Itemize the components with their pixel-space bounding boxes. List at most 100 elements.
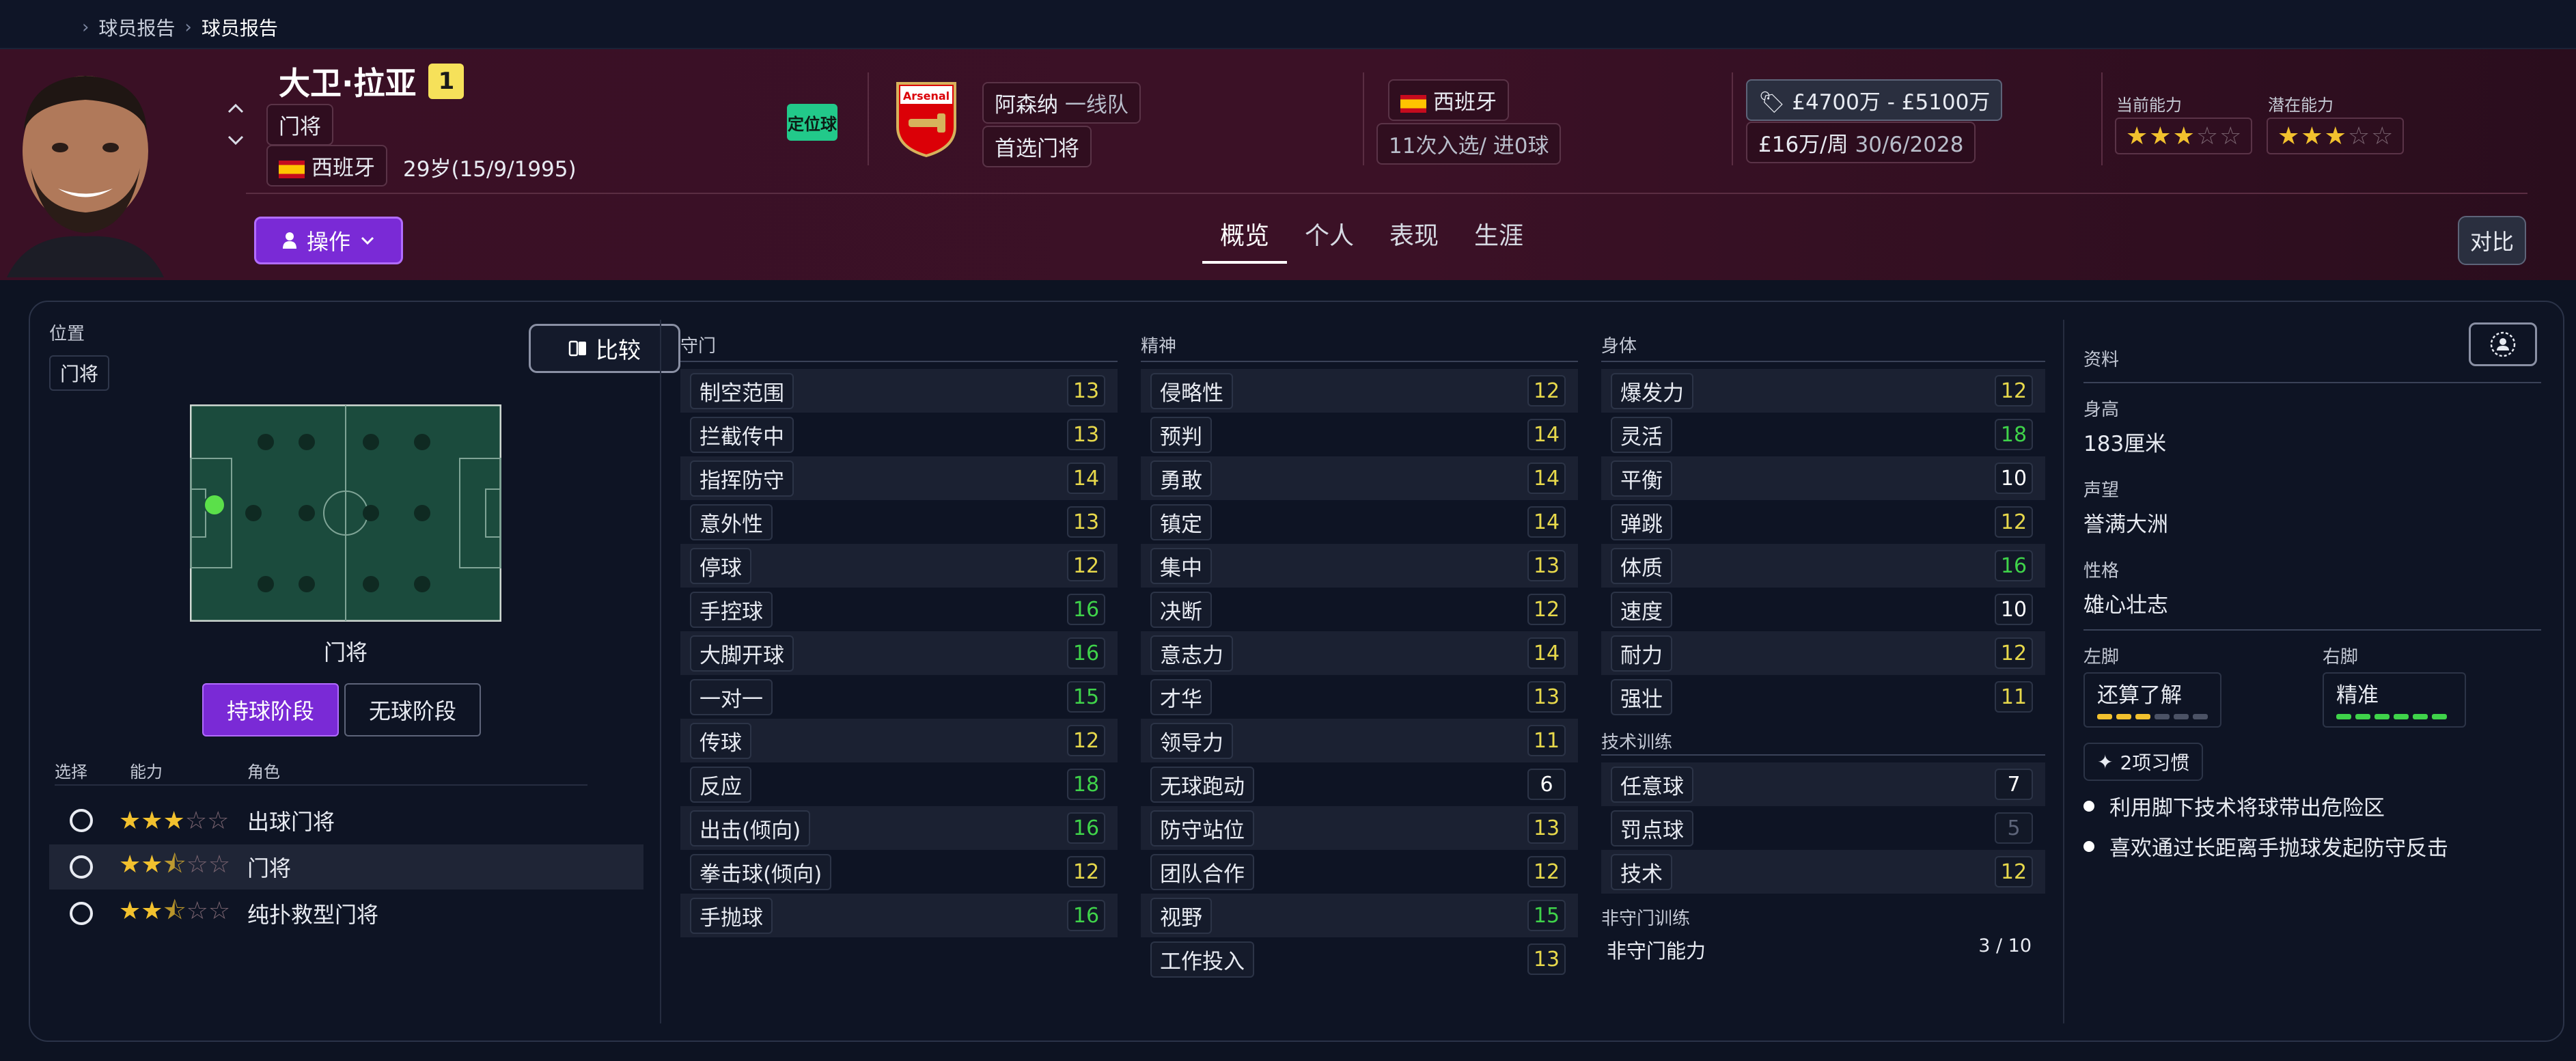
player-name: 大卫·拉亚 [279,65,417,102]
attribute-name: 防守站位 [1150,810,1254,846]
attribute-row[interactable]: 镇定 14 [1141,500,1578,544]
height-label: 身高 [2083,400,2120,420]
compare-button[interactable]: 对比 [2458,216,2526,265]
tab-performance[interactable]: 表现 [1372,206,1456,264]
arsenal-crest-icon[interactable]: Arsenal [894,79,959,159]
role-row[interactable]: ★★⯪☆☆ 纯扑救型门将 [49,891,643,936]
profile-view-button[interactable] [2469,322,2537,366]
column-divider [2063,320,2064,1023]
setpiece-badge: 定位球 [787,104,837,141]
non-gk-label: 非守门能力 [1607,939,1706,963]
attribute-row[interactable]: 体质 16 [1601,544,2045,588]
attribute-row[interactable]: 任意球 7 [1601,762,2045,806]
role-row[interactable]: ★★★☆☆ 出球门将 [49,798,643,843]
national-team[interactable]: 西班牙 [1388,79,1509,121]
attribute-name: 侵略性 [1150,372,1233,409]
right-foot-box: 精准 [2323,672,2466,728]
attribute-row[interactable]: 灵活 18 [1601,413,2045,456]
attribute-row[interactable]: 停球 12 [680,544,1118,588]
left-foot-meter [2097,714,2208,719]
attribute-row[interactable]: 出击(倾向) 16 [680,806,1118,850]
role-radio[interactable] [70,902,93,925]
attribute-value: 12 [1067,856,1105,887]
contract-expiry: 30/6/2028 [1855,133,1964,157]
left-foot-value: 还算了解 [2097,683,2182,708]
attribute-row[interactable]: 意志力 14 [1141,631,1578,675]
attribute-row[interactable]: 团队合作 12 [1141,850,1578,894]
attribute-row[interactable]: 制空范围 13 [680,369,1118,413]
attribute-row[interactable]: 技术 12 [1601,850,2045,894]
attribute-row[interactable]: 弹跳 12 [1601,500,2045,544]
habit-item: 喜欢通过长距离手抛球发起防守反击 [2083,831,2541,862]
role-radio[interactable] [70,809,93,832]
attribute-row[interactable]: 侵略性 12 [1141,369,1578,413]
meter-pip [2374,714,2390,719]
role-name: 门将 [247,855,292,881]
position-compare-button[interactable]: 比较 [529,324,680,373]
attribute-row[interactable]: 无球跑动 6 [1141,762,1578,806]
attribute-row[interactable]: 指挥防守 14 [680,456,1118,500]
tab-overview[interactable]: 概览 [1202,206,1288,264]
attribute-row[interactable]: 平衡 10 [1601,456,2045,500]
attribute-row[interactable]: 反应 18 [680,762,1118,806]
attribute-row[interactable]: 意外性 13 [680,500,1118,544]
previous-player-button[interactable] [219,93,253,124]
attribute-row[interactable]: 拳击球(倾向) 12 [680,850,1118,894]
attribute-row[interactable]: 耐力 12 [1601,631,2045,675]
position-chip: 门将 [49,355,110,391]
phase-out-possession-button[interactable]: 无球阶段 [344,683,482,736]
role-name: 纯扑救型门将 [247,902,379,928]
person-circle-icon [2490,331,2516,357]
player-position: 门将 [266,104,333,146]
attribute-name: 制空范围 [690,372,794,409]
attribute-row[interactable]: 一对一 15 [680,675,1118,719]
attribute-row[interactable]: 领导力 11 [1141,719,1578,762]
player-nationality[interactable]: 西班牙 [266,145,387,187]
attribute-row[interactable]: 罚点球 5 [1601,806,2045,850]
reputation-value: 誉满大洲 [2083,512,2168,537]
attribute-row[interactable]: 强壮 11 [1601,675,2045,719]
club-team[interactable]: 阿森纳 一线队 [982,82,1141,124]
column-divider [660,320,661,1023]
role-row[interactable]: ★★⯪☆☆ 门将 [49,844,643,890]
attribute-row[interactable]: 勇敢 14 [1141,456,1578,500]
contract-info[interactable]: £16万/周 30/6/2028 [1746,122,1976,163]
attribute-row[interactable]: 手抛球 16 [680,894,1118,937]
attribute-row[interactable]: 才华 13 [1141,675,1578,719]
breadcrumb-current: 球员报告 [201,17,278,40]
actions-button[interactable]: 操作 [254,217,403,264]
price-tag-icon: 🏷 [1758,90,1786,115]
attribute-value: 15 [1527,900,1566,931]
attribute-name: 爆发力 [1611,372,1693,409]
gk-position-marker [204,494,225,516]
role-radio[interactable] [70,855,93,879]
transfer-value[interactable]: 🏷 £4700万 - £5100万 [1746,79,2003,121]
attribute-row[interactable]: 拦截传中 13 [680,413,1118,456]
attribute-row[interactable]: 视野 15 [1141,894,1578,937]
attribute-row[interactable]: 大脚开球 16 [680,631,1118,675]
habit-text: 利用脚下技术将球带出危险区 [2109,796,2385,821]
attribute-row[interactable]: 集中 13 [1141,544,1578,588]
attribute-name: 视野 [1150,897,1212,934]
attribute-row[interactable]: 速度 10 [1601,588,2045,631]
attribute-row[interactable]: 工作投入 13 [1141,937,1578,981]
breadcrumb-item[interactable]: 球员报告 [98,14,175,41]
attribute-row[interactable]: 决断 12 [1141,588,1578,631]
next-player-button[interactable] [219,124,253,156]
attribute-row[interactable]: 手控球 16 [680,588,1118,631]
svg-text:Arsenal: Arsenal [903,89,950,102]
attribute-name: 停球 [690,547,751,584]
attribute-row[interactable]: 传球 12 [680,719,1118,762]
attribute-name: 拦截传中 [690,416,794,453]
attribute-row[interactable]: 防守站位 13 [1141,806,1578,850]
attribute-row[interactable]: 爆发力 12 [1601,369,2045,413]
tab-career[interactable]: 生涯 [1456,206,1541,264]
tab-personal[interactable]: 个人 [1287,206,1372,264]
meter-pip [2135,714,2150,719]
attribute-name: 预判 [1150,416,1212,453]
habits-button[interactable]: ✦ 2项习惯 [2083,743,2204,781]
meter-pip [2355,714,2370,719]
phase-in-possession-button[interactable]: 持球阶段 [202,683,340,736]
attribute-value: 10 [1995,594,2033,625]
attribute-row[interactable]: 预判 14 [1141,413,1578,456]
